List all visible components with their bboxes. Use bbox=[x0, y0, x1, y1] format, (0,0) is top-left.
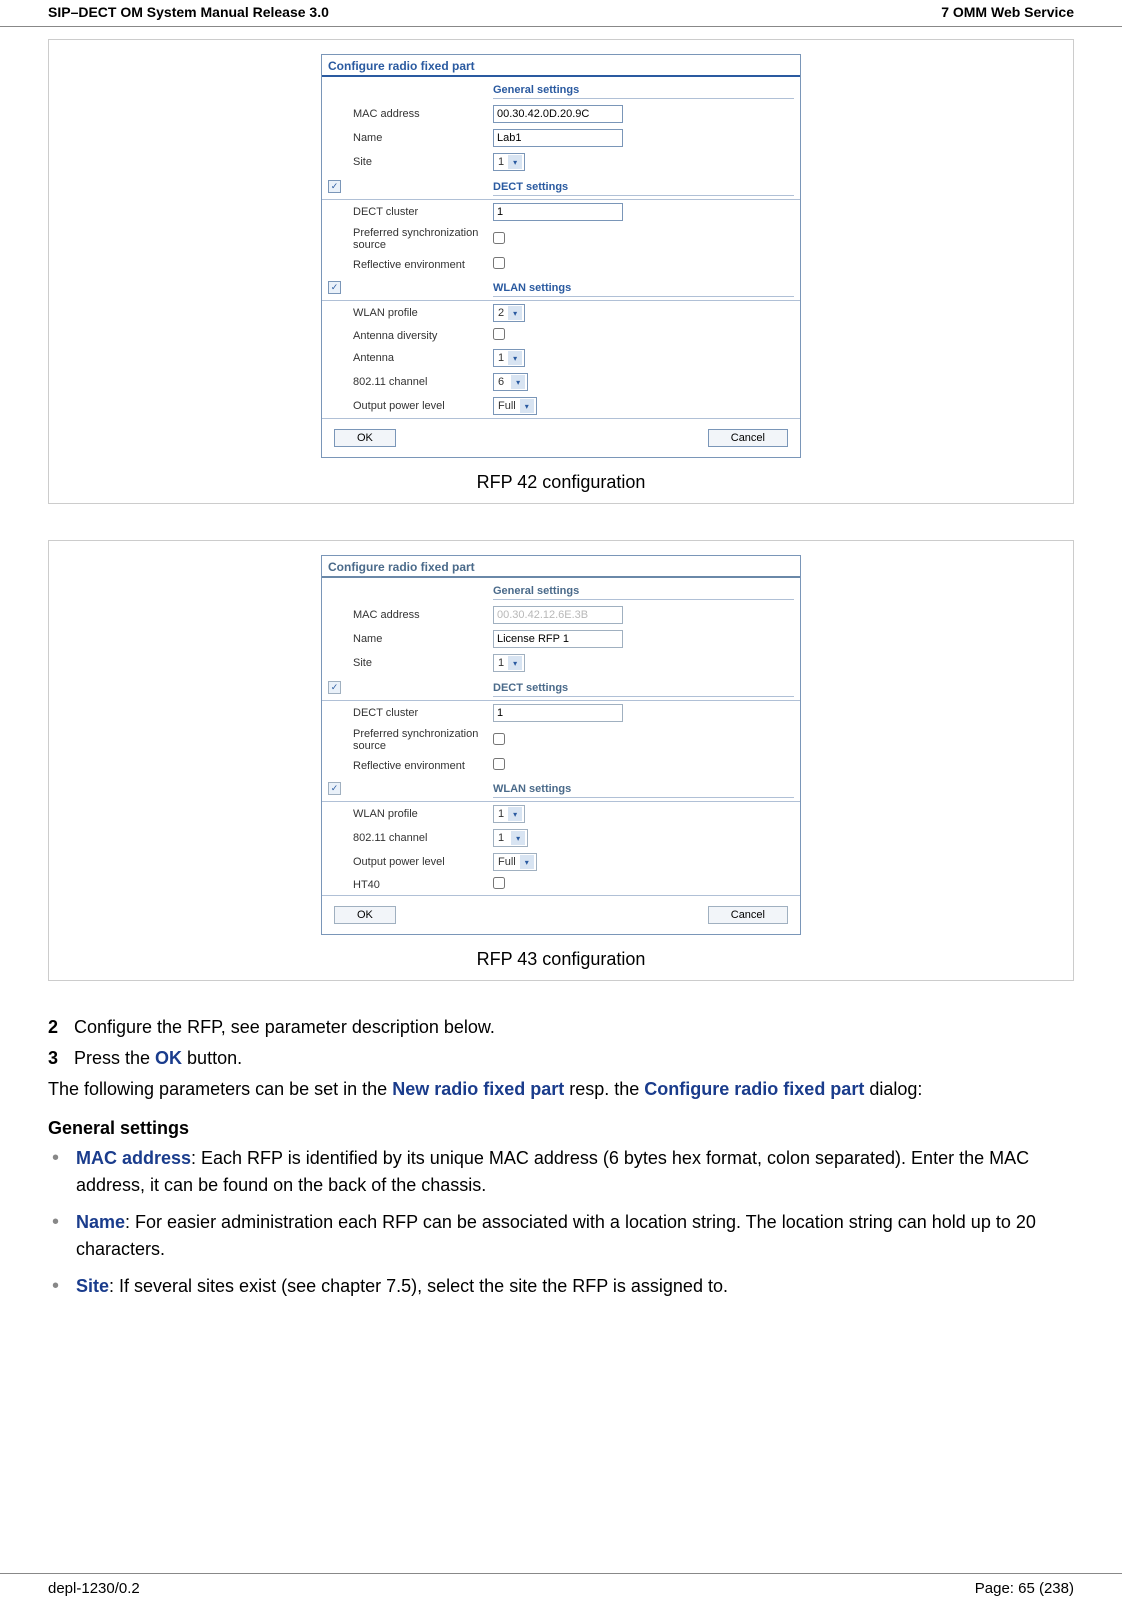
wlan-profile-select[interactable]: 2▾ bbox=[493, 304, 525, 322]
site-label: Site bbox=[347, 651, 487, 675]
pref-sync-checkbox[interactable] bbox=[493, 232, 505, 244]
cluster-label: DECT cluster bbox=[347, 701, 487, 726]
bullet-mac: MAC address: Each RFP is identified by i… bbox=[48, 1145, 1074, 1199]
step-number: 2 bbox=[48, 1017, 74, 1038]
chevron-down-icon: ▾ bbox=[520, 855, 534, 869]
dect-section-toggle[interactable]: ✓ bbox=[328, 180, 341, 193]
step-2: 2 Configure the RFP, see parameter descr… bbox=[48, 1017, 1074, 1038]
channel-label: 802.11 channel bbox=[347, 826, 487, 850]
step-number: 3 bbox=[48, 1048, 74, 1069]
wlan-profile-label: WLAN profile bbox=[347, 802, 487, 827]
section-dect: DECT settings bbox=[493, 678, 794, 697]
chevron-down-icon: ▾ bbox=[508, 155, 522, 169]
wlan-profile-select[interactable]: 1▾ bbox=[493, 805, 525, 823]
ok-ref: OK bbox=[155, 1048, 182, 1068]
chevron-down-icon: ▾ bbox=[520, 399, 534, 413]
antenna-label: Antenna bbox=[347, 346, 487, 370]
cluster-label: DECT cluster bbox=[347, 200, 487, 225]
site-select[interactable]: 1▾ bbox=[493, 153, 525, 171]
dialog-ref-new: New radio fixed part bbox=[392, 1079, 564, 1099]
name-input[interactable] bbox=[493, 630, 623, 648]
figure-caption: RFP 43 configuration bbox=[49, 949, 1073, 970]
channel-select[interactable]: 1 ▾ bbox=[493, 829, 528, 847]
page-footer: depl-1230/0.2 Page: 65 (238) bbox=[0, 1573, 1122, 1597]
site-select[interactable]: 1▾ bbox=[493, 654, 525, 672]
power-label: Output power level bbox=[347, 394, 487, 418]
channel-label: 802.11 channel bbox=[347, 370, 487, 394]
dialog-ref-configure: Configure radio fixed part bbox=[644, 1079, 864, 1099]
ok-button[interactable]: OK bbox=[334, 429, 396, 447]
figure-rfp43: Configure radio fixed part General setti… bbox=[48, 540, 1074, 981]
step-text: Configure the RFP, see parameter descrip… bbox=[74, 1017, 495, 1038]
step-3: 3 Press the OK button. bbox=[48, 1048, 1074, 1069]
wlan-section-toggle[interactable]: ✓ bbox=[328, 782, 341, 795]
reflective-label: Reflective environment bbox=[347, 755, 487, 776]
dialog-rfp43: Configure radio fixed part General setti… bbox=[321, 555, 801, 935]
name-input[interactable] bbox=[493, 129, 623, 147]
dect-section-toggle[interactable]: ✓ bbox=[328, 681, 341, 694]
section-general: General settings bbox=[493, 581, 794, 600]
footer-right: Page: 65 (238) bbox=[975, 1580, 1074, 1597]
mac-input[interactable] bbox=[493, 606, 623, 624]
chevron-down-icon: ▾ bbox=[511, 375, 525, 389]
name-label: Name bbox=[347, 627, 487, 651]
figure-rfp42: Configure radio fixed part General setti… bbox=[48, 39, 1074, 504]
reflective-checkbox[interactable] bbox=[493, 758, 505, 770]
cancel-button[interactable]: Cancel bbox=[708, 906, 788, 924]
wlan-section-toggle[interactable]: ✓ bbox=[328, 281, 341, 294]
section-wlan: WLAN settings bbox=[493, 278, 794, 297]
dialog-rfp42: Configure radio fixed part General setti… bbox=[321, 54, 801, 458]
header-right: 7 OMM Web Service bbox=[941, 4, 1074, 20]
dialog-title: Configure radio fixed part bbox=[322, 55, 800, 77]
antenna-select[interactable]: 1▾ bbox=[493, 349, 525, 367]
chevron-down-icon: ▾ bbox=[508, 656, 522, 670]
ht40-label: HT40 bbox=[347, 874, 487, 895]
ok-button[interactable]: OK bbox=[334, 906, 396, 924]
chevron-down-icon: ▾ bbox=[508, 807, 522, 821]
power-label: Output power level bbox=[347, 850, 487, 874]
step-text: Press the OK button. bbox=[74, 1048, 242, 1069]
section-general: General settings bbox=[493, 80, 794, 99]
wlan-profile-label: WLAN profile bbox=[347, 301, 487, 326]
bullet-name: Name: For easier administration each RFP… bbox=[48, 1209, 1074, 1263]
site-label: Site bbox=[347, 150, 487, 174]
reflective-checkbox[interactable] bbox=[493, 257, 505, 269]
mac-label: MAC address bbox=[347, 102, 487, 126]
chevron-down-icon: ▾ bbox=[508, 351, 522, 365]
power-select[interactable]: Full▾ bbox=[493, 853, 537, 871]
general-settings-head: General settings bbox=[48, 1118, 1074, 1139]
footer-left: depl-1230/0.2 bbox=[48, 1580, 140, 1597]
reflective-label: Reflective environment bbox=[347, 254, 487, 275]
ht40-checkbox[interactable] bbox=[493, 877, 505, 889]
cluster-input[interactable] bbox=[493, 203, 623, 221]
pref-sync-label: Preferred synchronization source bbox=[347, 725, 487, 755]
page-header: SIP–DECT OM System Manual Release 3.0 7 … bbox=[0, 0, 1122, 27]
ant-div-label: Antenna diversity bbox=[347, 325, 487, 346]
mac-input[interactable] bbox=[493, 105, 623, 123]
chevron-down-icon: ▾ bbox=[511, 831, 525, 845]
header-left: SIP–DECT OM System Manual Release 3.0 bbox=[48, 4, 329, 20]
section-dect: DECT settings bbox=[493, 177, 794, 196]
power-select[interactable]: Full▾ bbox=[493, 397, 537, 415]
pref-sync-checkbox[interactable] bbox=[493, 733, 505, 745]
cancel-button[interactable]: Cancel bbox=[708, 429, 788, 447]
dialog-title: Configure radio fixed part bbox=[322, 556, 800, 578]
figure-caption: RFP 42 configuration bbox=[49, 472, 1073, 493]
ant-div-checkbox[interactable] bbox=[493, 328, 505, 340]
section-wlan: WLAN settings bbox=[493, 779, 794, 798]
channel-select[interactable]: 6 ▾ bbox=[493, 373, 528, 391]
cluster-input[interactable] bbox=[493, 704, 623, 722]
name-label: Name bbox=[347, 126, 487, 150]
mac-label: MAC address bbox=[347, 603, 487, 627]
chevron-down-icon: ▾ bbox=[508, 306, 522, 320]
bullet-site: Site: If several sites exist (see chapte… bbox=[48, 1273, 1074, 1300]
intro-para: The following parameters can be set in t… bbox=[48, 1079, 1074, 1100]
pref-sync-label: Preferred synchronization source bbox=[347, 224, 487, 254]
